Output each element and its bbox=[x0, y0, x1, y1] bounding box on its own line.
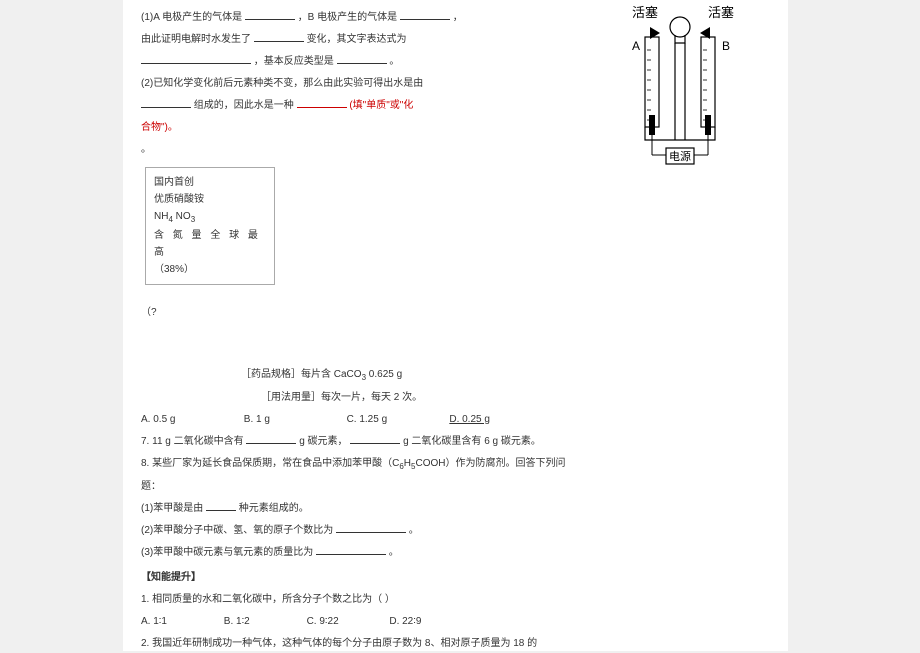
box-l2: 优质硝酸铵 bbox=[154, 191, 266, 208]
blank bbox=[246, 433, 296, 444]
blank bbox=[141, 97, 191, 108]
opt-a: A. 0.5 g bbox=[141, 410, 241, 429]
q8-p3: (3)苯甲酸中碳元素与氧元素的质量比为 。 bbox=[141, 543, 770, 562]
q1-l3b: ，基本反应类型是 bbox=[254, 56, 334, 67]
options-6: A. 0.5 g B. 1 g C. 1.25 g D. 0.25 g bbox=[141, 410, 770, 429]
q2-hint: (填"单质"或"化 bbox=[349, 100, 413, 111]
blank bbox=[141, 53, 251, 64]
fertilizer-box: 国内首创 优质硝酸铵 NH4 NO3 含 氮 量 全 球 最 高 （38%） bbox=[145, 167, 275, 285]
question-2: (2)已知化学变化前后元素种类不变，那么由此实验可得出水是由 组成的，因此水是一… bbox=[141, 74, 581, 137]
k1-d: D. 22∶9 bbox=[389, 612, 469, 631]
q8-p2: (2)苯甲酸分子中碳、氢、氧的原子个数比为 。 bbox=[141, 521, 770, 540]
q2-b: 组成的，因此水是一种 bbox=[194, 100, 294, 111]
box-l4: 含 氮 量 全 球 最 高 bbox=[154, 227, 266, 261]
opt-c: C. 1.25 g bbox=[347, 410, 447, 429]
opt-d: D. 0.25 g bbox=[449, 410, 549, 429]
blank bbox=[400, 9, 450, 20]
k2: 2. 我国近年研制成功一种气体，这种气体的每个分子由原子数为 8、相对原子质量为… bbox=[141, 634, 770, 653]
q1-l3c: 。 bbox=[389, 56, 399, 67]
box-l5: （38%） bbox=[154, 261, 266, 278]
label-b: B bbox=[722, 39, 730, 53]
blank bbox=[316, 544, 386, 555]
k1-c: C. 9∶22 bbox=[307, 612, 387, 631]
question-7: 7. 11 g 二氧化碳中含有 g 碳元素， g 二氧化碳里含有 6 g 碳元素… bbox=[141, 432, 770, 451]
question-1: (1)A 电极产生的气体是 ，B 电极产生的气体是 ， 由此证明电解时水发生了 … bbox=[141, 8, 581, 71]
q1-l2a: 由此证明电解时水发生了 bbox=[141, 34, 251, 45]
stopper-left-label: 活塞 bbox=[632, 5, 658, 20]
blank bbox=[254, 31, 304, 42]
blank bbox=[206, 500, 236, 511]
q2-a: (2)已知化学变化前后元素种类不变，那么由此实验可得出水是由 bbox=[141, 74, 581, 93]
q1-text-a: (1)A 电极产生的气体是 bbox=[141, 12, 242, 23]
label-a: A bbox=[632, 39, 640, 53]
blank bbox=[245, 9, 295, 20]
q8-b: 题： bbox=[141, 477, 770, 496]
spec-line2: ［用法用量］每次一片，每天 2 次。 bbox=[141, 388, 770, 407]
q8-p1: (1)苯甲酸是由 种元素组成的。 bbox=[141, 499, 770, 518]
blank-red bbox=[297, 97, 347, 108]
section-heading: 【知能提升】 bbox=[141, 568, 770, 587]
stopper-right-label: 活塞 bbox=[708, 5, 734, 20]
spec-line1: ［药品规格］每片含 CaCO3 0.625 g bbox=[141, 365, 770, 385]
electrolysis-diagram: 活塞 活塞 bbox=[590, 5, 770, 180]
question-8: 8. 某些厂家为延长食品保质期，常在食品中添加苯甲酸（C6H5COOH）作为防腐… bbox=[141, 454, 770, 474]
opt-b: B. 1 g bbox=[244, 410, 344, 429]
box-l1: 国内首创 bbox=[154, 174, 266, 191]
k1-b: B. 1∶2 bbox=[224, 612, 304, 631]
k1-a: A. 1∶1 bbox=[141, 612, 221, 631]
blank bbox=[337, 53, 387, 64]
q1-l2b: 变化，其文字表达式为 bbox=[307, 34, 407, 45]
document-page: 活塞 活塞 bbox=[123, 0, 788, 651]
q2-c: 合物")。 bbox=[141, 118, 581, 137]
k1-opts: A. 1∶1 B. 1∶2 C. 9∶22 D. 22∶9 bbox=[141, 612, 770, 631]
q1-text-mid: ，B 电极产生的气体是 bbox=[298, 12, 397, 23]
blank bbox=[350, 433, 400, 444]
blank bbox=[336, 522, 406, 533]
box-l3: NH4 NO3 bbox=[154, 208, 266, 227]
apparatus-svg: 活塞 活塞 bbox=[590, 5, 770, 180]
k1-q: 1. 相同质量的水和二氧化碳中，所含分子个数之比为（ ） bbox=[141, 590, 770, 609]
paren: （? bbox=[141, 303, 770, 322]
power-label: 电源 bbox=[669, 149, 691, 163]
q1-tail: ， bbox=[453, 12, 463, 23]
